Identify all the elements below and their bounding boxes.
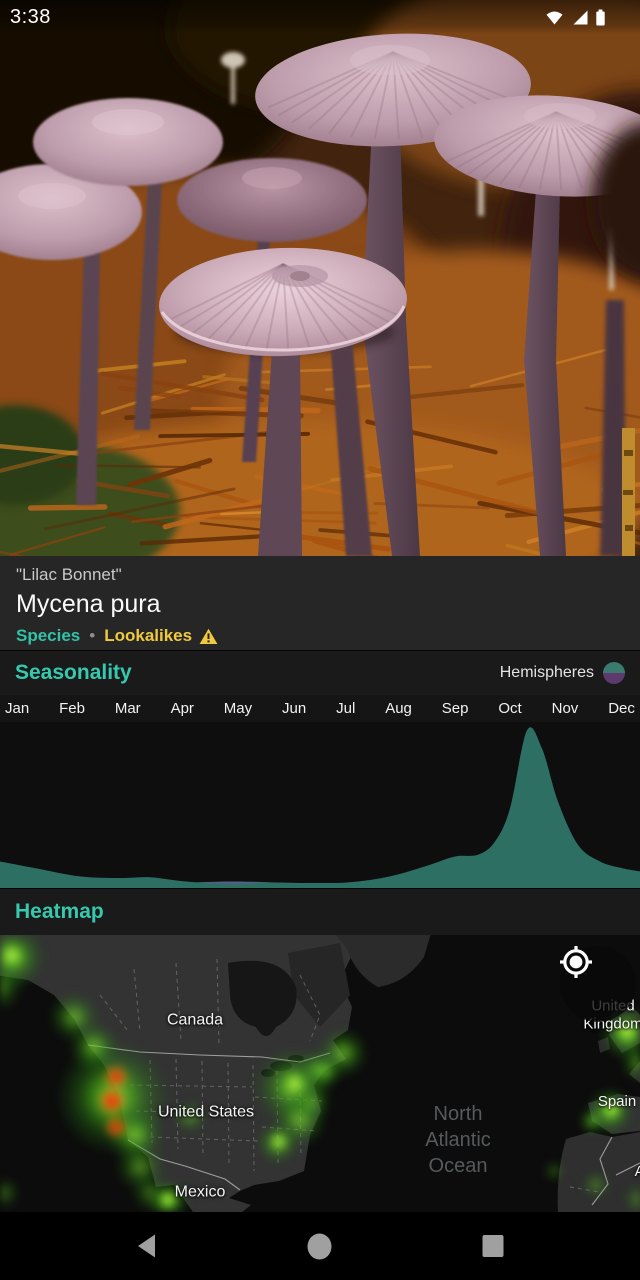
month-label: Feb (59, 700, 85, 717)
android-nav-bar (0, 1212, 640, 1280)
month-label: Apr (171, 700, 194, 717)
month-label: Nov (552, 700, 579, 717)
map-label-canada: Canada (167, 1012, 223, 1031)
my-location-button[interactable] (560, 946, 636, 1022)
map-label-mexico: Mexico (175, 1184, 226, 1203)
heat-blob (308, 1053, 344, 1089)
month-label: Sep (442, 700, 469, 717)
app-screen: 3:38 (0, 0, 640, 1280)
heat-blob (103, 1114, 129, 1140)
heat-blob (96, 1085, 128, 1117)
battery-icon (595, 9, 606, 26)
month-label: Jul (336, 700, 355, 717)
cell-signal-icon (570, 9, 589, 25)
series-northern-hemisphere (0, 727, 640, 888)
hemispheres-icon (603, 662, 625, 684)
status-bar: 3:38 (0, 0, 640, 34)
my-location-icon (560, 946, 592, 978)
species-link[interactable]: Species (16, 626, 80, 646)
lookalikes-label: Lookalikes (104, 626, 192, 646)
map-label-algeria: Algeria (635, 1163, 640, 1181)
seasonality-title: Seasonality (15, 661, 132, 685)
map-label-spain: Spain (598, 1093, 636, 1111)
heat-blob (542, 1159, 566, 1183)
nav-back-button[interactable] (60, 1233, 233, 1259)
heat-blob (622, 1181, 640, 1212)
heatmap-map[interactable]: Canada United States Mexico North Atlantic … (0, 935, 640, 1212)
seasonality-header: Seasonality Hemispheres (0, 650, 640, 695)
month-label: May (224, 700, 252, 717)
lookalikes-link[interactable]: Lookalikes (104, 626, 218, 646)
common-name: "Lilac Bonnet" (16, 565, 624, 585)
back-icon (135, 1233, 159, 1259)
hemispheres-toggle[interactable]: Hemispheres (500, 662, 625, 684)
map-label-united-states: United States (158, 1104, 254, 1123)
month-label: Jan (5, 700, 29, 717)
month-label: Mar (115, 700, 141, 717)
heatmap-header: Heatmap (0, 888, 640, 935)
heat-blob (283, 1071, 307, 1095)
species-photo[interactable] (0, 0, 640, 556)
heat-blob (0, 943, 24, 967)
month-label: Jun (282, 700, 306, 717)
heatmap-title: Heatmap (15, 900, 104, 924)
scientific-name: Mycena pura (16, 590, 624, 619)
warning-icon (199, 628, 218, 645)
nav-home-button[interactable] (233, 1233, 406, 1260)
status-time: 3:38 (10, 6, 51, 29)
status-icons (545, 9, 606, 26)
heatmap-density-layer (0, 935, 640, 1212)
month-label: Aug (385, 700, 412, 717)
title-links: Species • Lookalikes (16, 626, 624, 646)
mushroom-photo-illustration (0, 0, 640, 556)
seasonality-chart (0, 722, 640, 888)
month-label: Oct (498, 700, 521, 717)
heat-blob (578, 1107, 606, 1135)
home-icon (306, 1233, 333, 1260)
heat-blob (269, 1131, 289, 1151)
heat-blob (580, 1169, 612, 1201)
link-separator: • (89, 626, 95, 646)
nav-recents-button[interactable] (407, 1233, 580, 1259)
heat-blob (0, 1175, 22, 1211)
hemispheres-label: Hemispheres (500, 664, 594, 682)
month-label: Dec (608, 700, 635, 717)
map-label-north: North Atlantic Ocean (425, 1101, 491, 1179)
wifi-icon (545, 9, 564, 25)
recents-icon (481, 1233, 505, 1259)
title-card: "Lilac Bonnet" Mycena pura Species • Loo… (0, 556, 640, 650)
month-axis-labels: Jan Feb Mar Apr May Jun Jul Aug Sep Oct Nov Dec (0, 695, 640, 722)
